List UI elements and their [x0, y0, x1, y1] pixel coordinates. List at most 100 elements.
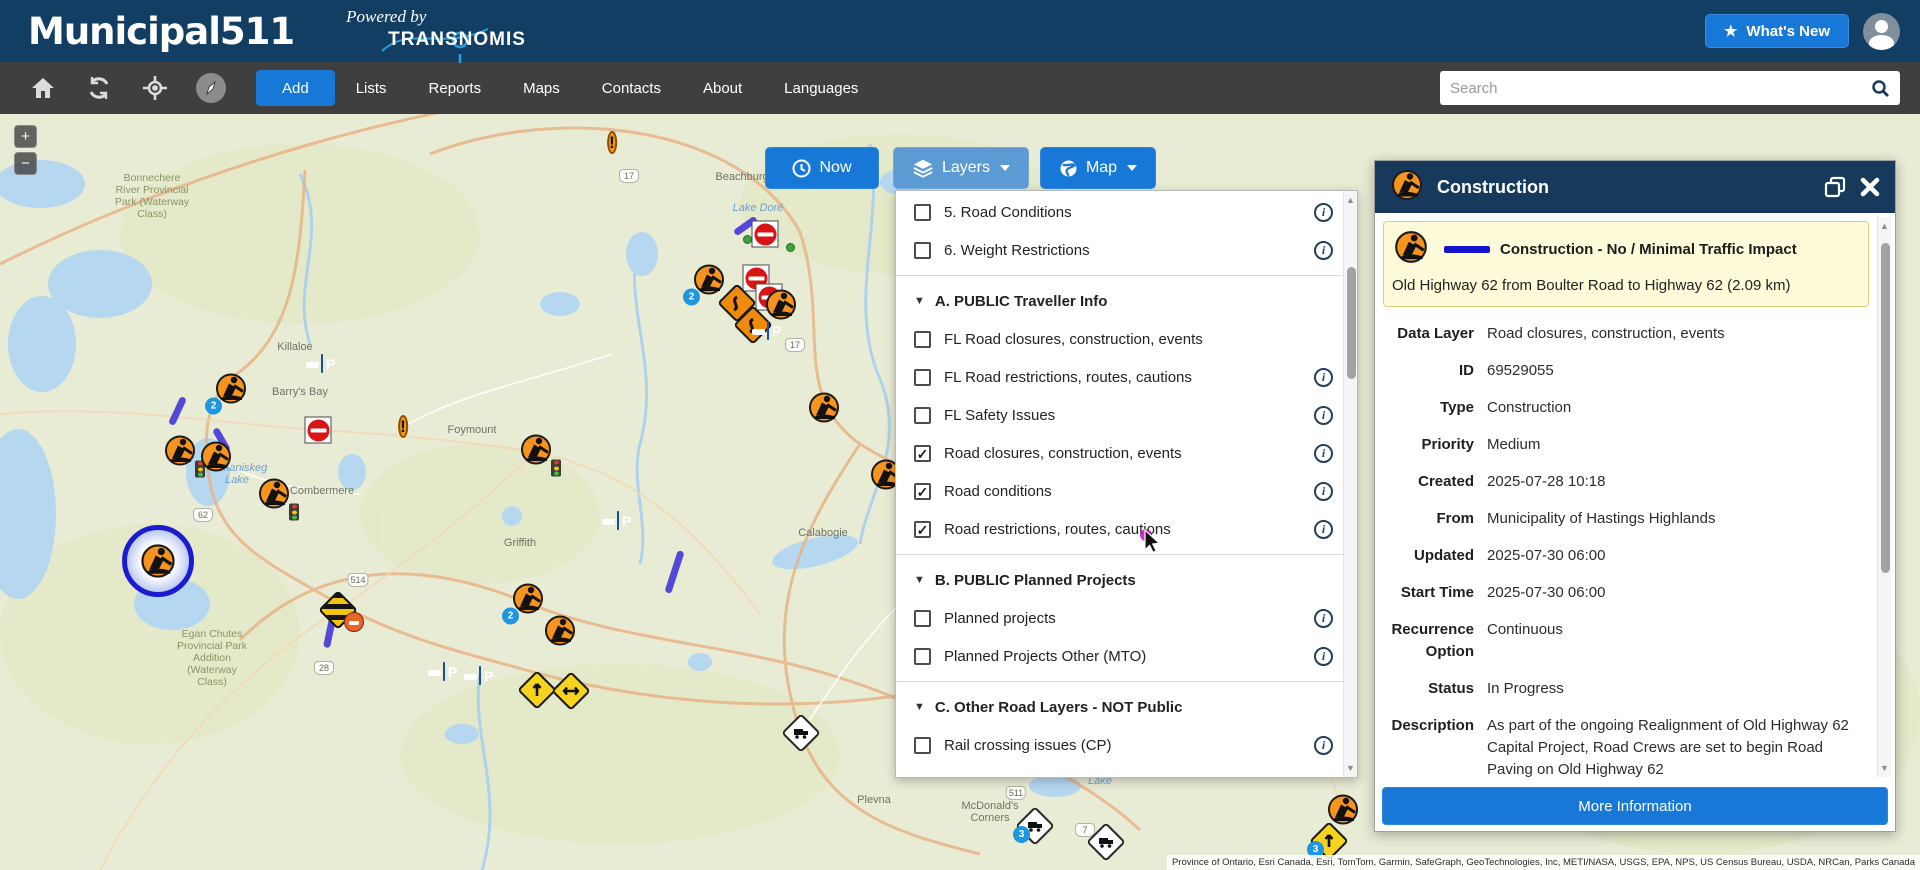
- nav-item-languages[interactable]: Languages: [763, 62, 879, 114]
- construction-marker[interactable]: [162, 433, 198, 474]
- event-summary-card[interactable]: Construction - No / Minimal Traffic Impa…: [1383, 221, 1869, 307]
- locate-icon[interactable]: [142, 75, 168, 101]
- scrollbar-thumb[interactable]: [1881, 243, 1890, 573]
- search-icon[interactable]: [1871, 79, 1890, 98]
- scroll-up-icon[interactable]: ▲: [1344, 195, 1357, 205]
- copy-icon[interactable]: [1823, 175, 1847, 199]
- info-icon[interactable]: i: [1314, 647, 1333, 666]
- arrow-sign-marker[interactable]: 3: [1315, 827, 1343, 855]
- scroll-down-icon[interactable]: ▼: [1878, 763, 1891, 773]
- construction-marker[interactable]: [542, 613, 578, 654]
- layer-checkbox[interactable]: ✓: [914, 204, 931, 221]
- info-icon[interactable]: i: [1314, 368, 1333, 387]
- truck-restriction-marker[interactable]: 3: [1021, 812, 1049, 840]
- rest-area-marker[interactable]: P: [321, 355, 323, 373]
- detail-field-row: Start Time2025-07-30 06:00: [1383, 582, 1869, 604]
- detail-panel-header: Construction: [1375, 161, 1895, 213]
- compass-icon[interactable]: [196, 73, 226, 103]
- rest-area-marker[interactable]: P: [617, 512, 619, 530]
- section-collapse-icon[interactable]: ▼: [914, 574, 925, 586]
- more-information-button[interactable]: More Information: [1382, 787, 1888, 825]
- detail-scrollbar[interactable]: ▲ ▼: [1877, 217, 1891, 777]
- construction-marker[interactable]: [198, 439, 234, 480]
- map-attribution: Province of Ontario, Esri Canada, Esri, …: [1167, 855, 1920, 870]
- search-box: [1440, 71, 1900, 105]
- road-closed-marker[interactable]: [305, 417, 332, 444]
- cluster-count-badge: 3: [1013, 826, 1030, 843]
- truck-restriction-marker[interactable]: [1092, 828, 1120, 856]
- layers-scrollbar[interactable]: ▲ ▼: [1343, 191, 1357, 777]
- layers-panel: ✓5. Road Conditionsi✓6. Weight Restricti…: [895, 190, 1358, 778]
- layer-checkbox[interactable]: ✓: [914, 521, 931, 538]
- nav-item-about[interactable]: About: [682, 62, 763, 114]
- field-value: In Progress: [1487, 678, 1869, 700]
- warning-marker[interactable]: !: [398, 414, 408, 440]
- scrollbar-thumb[interactable]: [1347, 267, 1356, 379]
- map-style-button[interactable]: Map: [1040, 147, 1156, 189]
- construction-marker[interactable]: [256, 476, 292, 517]
- info-icon[interactable]: i: [1314, 520, 1333, 539]
- layer-checkbox[interactable]: ✓: [914, 737, 931, 754]
- whats-new-button[interactable]: ★ What's New: [1705, 14, 1849, 48]
- layer-checkbox[interactable]: ✓: [914, 369, 931, 386]
- layer-checkbox[interactable]: ✓: [914, 331, 931, 348]
- info-icon[interactable]: i: [1314, 736, 1333, 755]
- layers-button[interactable]: Layers: [893, 147, 1029, 189]
- field-value: Medium: [1487, 434, 1869, 456]
- info-icon[interactable]: i: [1314, 203, 1333, 222]
- layer-checkbox[interactable]: ✓: [914, 648, 931, 665]
- now-button[interactable]: Now: [765, 147, 879, 189]
- nav-item-contacts[interactable]: Contacts: [581, 62, 682, 114]
- truck-restriction-marker[interactable]: [787, 719, 815, 747]
- layer-checkbox[interactable]: ✓: [914, 407, 931, 424]
- nav-item-lists[interactable]: Lists: [335, 62, 408, 114]
- rest-area-marker[interactable]: P: [479, 667, 481, 685]
- nav-item-reports[interactable]: Reports: [408, 62, 503, 114]
- layer-checkbox[interactable]: ✓: [914, 445, 931, 462]
- map-canvas[interactable]: Bonnechere River Provincial Park (Waterw…: [0, 114, 1920, 870]
- cluster-count-badge: 2: [502, 608, 519, 625]
- search-input[interactable]: [1450, 80, 1871, 97]
- nav-item-maps[interactable]: Maps: [502, 62, 581, 114]
- construction-marker[interactable]: 2: [213, 371, 249, 412]
- clock-icon: [792, 159, 811, 178]
- scroll-up-icon[interactable]: ▲: [1878, 221, 1891, 231]
- user-avatar[interactable]: [1863, 13, 1900, 50]
- barricade-marker[interactable]: [324, 596, 352, 624]
- arrow-sign-marker[interactable]: [557, 677, 585, 705]
- construction-marker[interactable]: 2: [510, 581, 546, 622]
- field-value: 2025-07-30 06:00: [1487, 582, 1869, 604]
- road-closed-marker[interactable]: [752, 221, 779, 248]
- arrow-sign-marker[interactable]: [523, 676, 551, 704]
- section-collapse-icon[interactable]: ▼: [914, 701, 925, 713]
- construction-marker[interactable]: 2: [691, 262, 727, 303]
- info-icon[interactable]: i: [1314, 482, 1333, 501]
- layer-checkbox[interactable]: ✓: [914, 483, 931, 500]
- field-label: ID: [1383, 360, 1487, 382]
- zoom-out-button[interactable]: −: [14, 152, 37, 175]
- info-icon[interactable]: i: [1314, 444, 1333, 463]
- info-icon[interactable]: i: [1314, 241, 1333, 260]
- map-place-label: Bonnechere River Provincial Park (Waterw…: [115, 172, 189, 220]
- scroll-down-icon[interactable]: ▼: [1344, 763, 1357, 773]
- construction-marker[interactable]: [122, 525, 194, 597]
- rest-area-marker[interactable]: P: [443, 663, 445, 681]
- refresh-icon[interactable]: [86, 75, 112, 101]
- section-collapse-icon[interactable]: ▼: [914, 295, 925, 307]
- layer-checkbox[interactable]: ✓: [914, 242, 931, 259]
- construction-marker[interactable]: [806, 390, 842, 431]
- info-icon[interactable]: i: [1314, 609, 1333, 628]
- close-icon[interactable]: [1859, 176, 1881, 198]
- layer-checkbox[interactable]: ✓: [914, 610, 931, 627]
- rest-area-marker[interactable]: P: [767, 322, 769, 340]
- warning-marker[interactable]: !: [607, 130, 617, 156]
- add-button[interactable]: Add: [256, 70, 335, 106]
- field-value: 2025-07-28 10:18: [1487, 471, 1869, 493]
- map-place-label: Killaloe: [277, 341, 312, 353]
- home-icon[interactable]: [30, 75, 56, 101]
- construction-marker[interactable]: [518, 432, 554, 473]
- map-dot-marker[interactable]: [786, 243, 795, 252]
- info-icon[interactable]: i: [1314, 406, 1333, 425]
- zoom-in-button[interactable]: +: [14, 125, 37, 148]
- field-label: Priority: [1383, 434, 1487, 456]
